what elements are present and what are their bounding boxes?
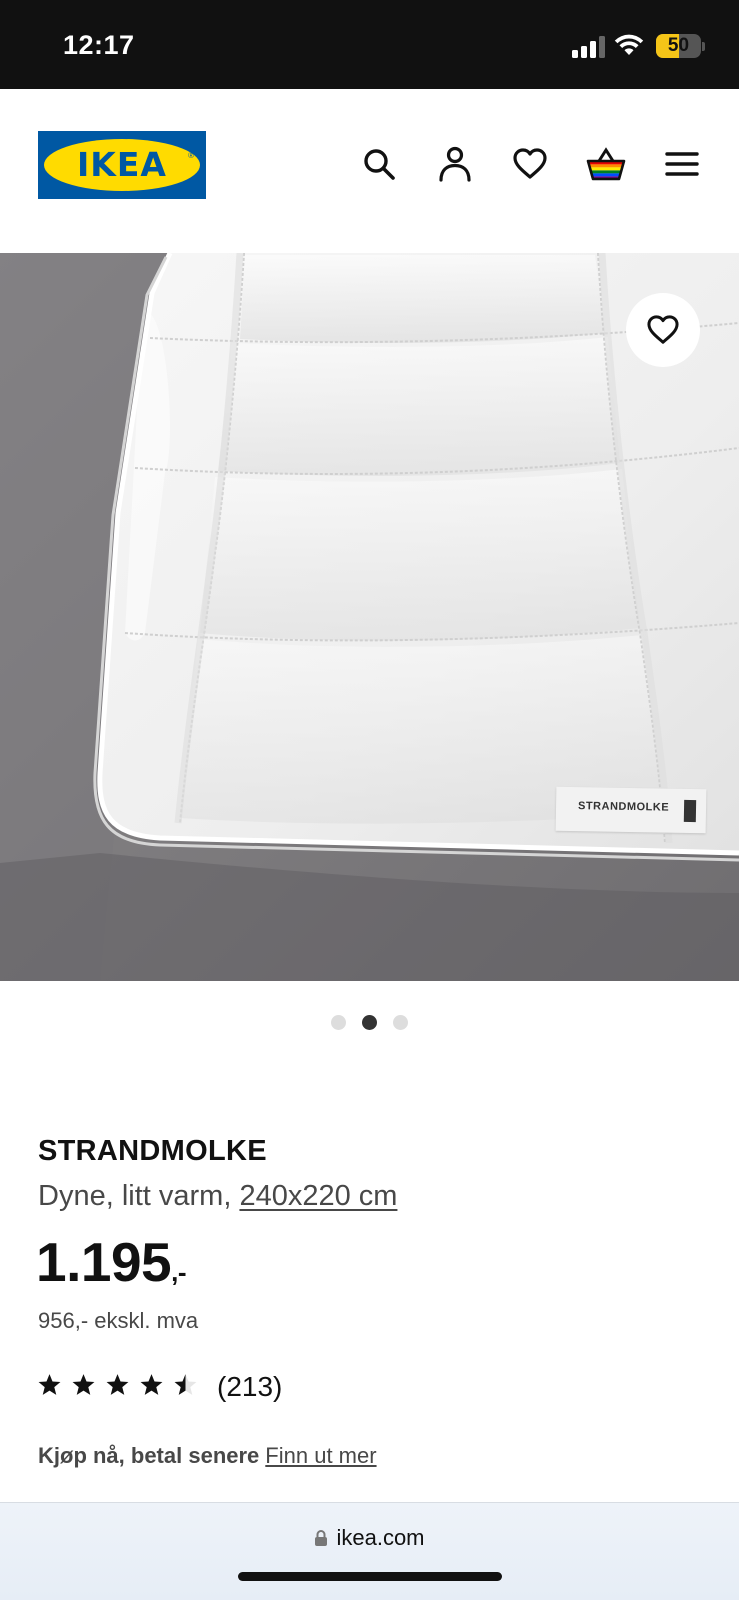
cellular-signal-icon	[572, 36, 606, 58]
carousel-dot-active[interactable]	[362, 1015, 377, 1030]
label-brand-mark	[683, 799, 697, 823]
logo-registered-mark: ®	[188, 151, 194, 160]
menu-icon	[665, 152, 699, 176]
carousel-indicator	[331, 1015, 408, 1030]
logo-wordmark: IKEA	[77, 145, 167, 184]
ikea-logo[interactable]: IKEA ®	[38, 131, 206, 199]
cart-button[interactable]	[586, 144, 626, 184]
browser-url-bar[interactable]: ikea.com	[0, 1502, 739, 1600]
site-header: IKEA ®	[0, 89, 739, 253]
financing-text: Kjøp nå, betal senere	[38, 1443, 260, 1468]
half-star-icon	[174, 1374, 197, 1395]
financing-learn-more-link[interactable]: Finn ut mer	[265, 1443, 376, 1468]
product-price: 1.195,-	[36, 1230, 187, 1294]
menu-button[interactable]	[662, 144, 702, 184]
product-photo-duvet	[0, 253, 739, 981]
financing-info: Kjøp nå, betal senere Finn ut mer	[38, 1443, 377, 1469]
star-icon	[72, 1374, 95, 1395]
add-to-favorites-button[interactable]	[626, 293, 700, 367]
product-name: STRANDMOLKE	[38, 1135, 267, 1167]
search-button[interactable]	[359, 144, 399, 184]
battery-indicator: 50	[656, 34, 701, 58]
lock-icon	[315, 1530, 328, 1546]
status-time: 12:17	[63, 30, 135, 60]
heart-icon	[513, 148, 547, 179]
favorites-button[interactable]	[510, 144, 550, 184]
star-icon	[38, 1374, 61, 1395]
battery-tip	[702, 42, 705, 51]
url-display[interactable]: ikea.com	[0, 1525, 739, 1551]
status-bar: 12:17 50	[0, 0, 739, 89]
product-label-text: STRANDMOLKE	[577, 800, 670, 814]
battery-percent: 50	[667, 35, 690, 56]
carousel-dot[interactable]	[393, 1015, 408, 1030]
url-text: ikea.com	[336, 1525, 425, 1550]
product-image-carousel[interactable]: STRANDMOLKE	[0, 253, 739, 981]
account-icon	[439, 146, 471, 182]
star-icon	[106, 1374, 129, 1395]
product-label-tag: STRANDMOLKE	[555, 786, 707, 834]
star-icon	[140, 1374, 163, 1395]
price-value: 1.195	[36, 1231, 172, 1293]
account-button[interactable]	[435, 144, 475, 184]
rating-stars[interactable]	[37, 1373, 198, 1397]
product-size-link[interactable]: 240x220 cm	[239, 1180, 397, 1212]
carousel-dot[interactable]	[331, 1015, 346, 1030]
wifi-icon	[614, 34, 644, 55]
product-description: Dyne, litt varm, 240x220 cm	[38, 1180, 397, 1213]
review-count[interactable]: (213)	[217, 1371, 282, 1403]
price-suffix: ,-	[171, 1257, 187, 1287]
product-type: Dyne, litt varm,	[38, 1180, 240, 1212]
price-excl-vat: 956,- ekskl. mva	[38, 1308, 199, 1333]
shopping-bag-icon	[586, 147, 626, 181]
search-icon	[364, 149, 395, 180]
home-indicator[interactable]	[238, 1572, 502, 1581]
heart-icon	[647, 315, 679, 344]
